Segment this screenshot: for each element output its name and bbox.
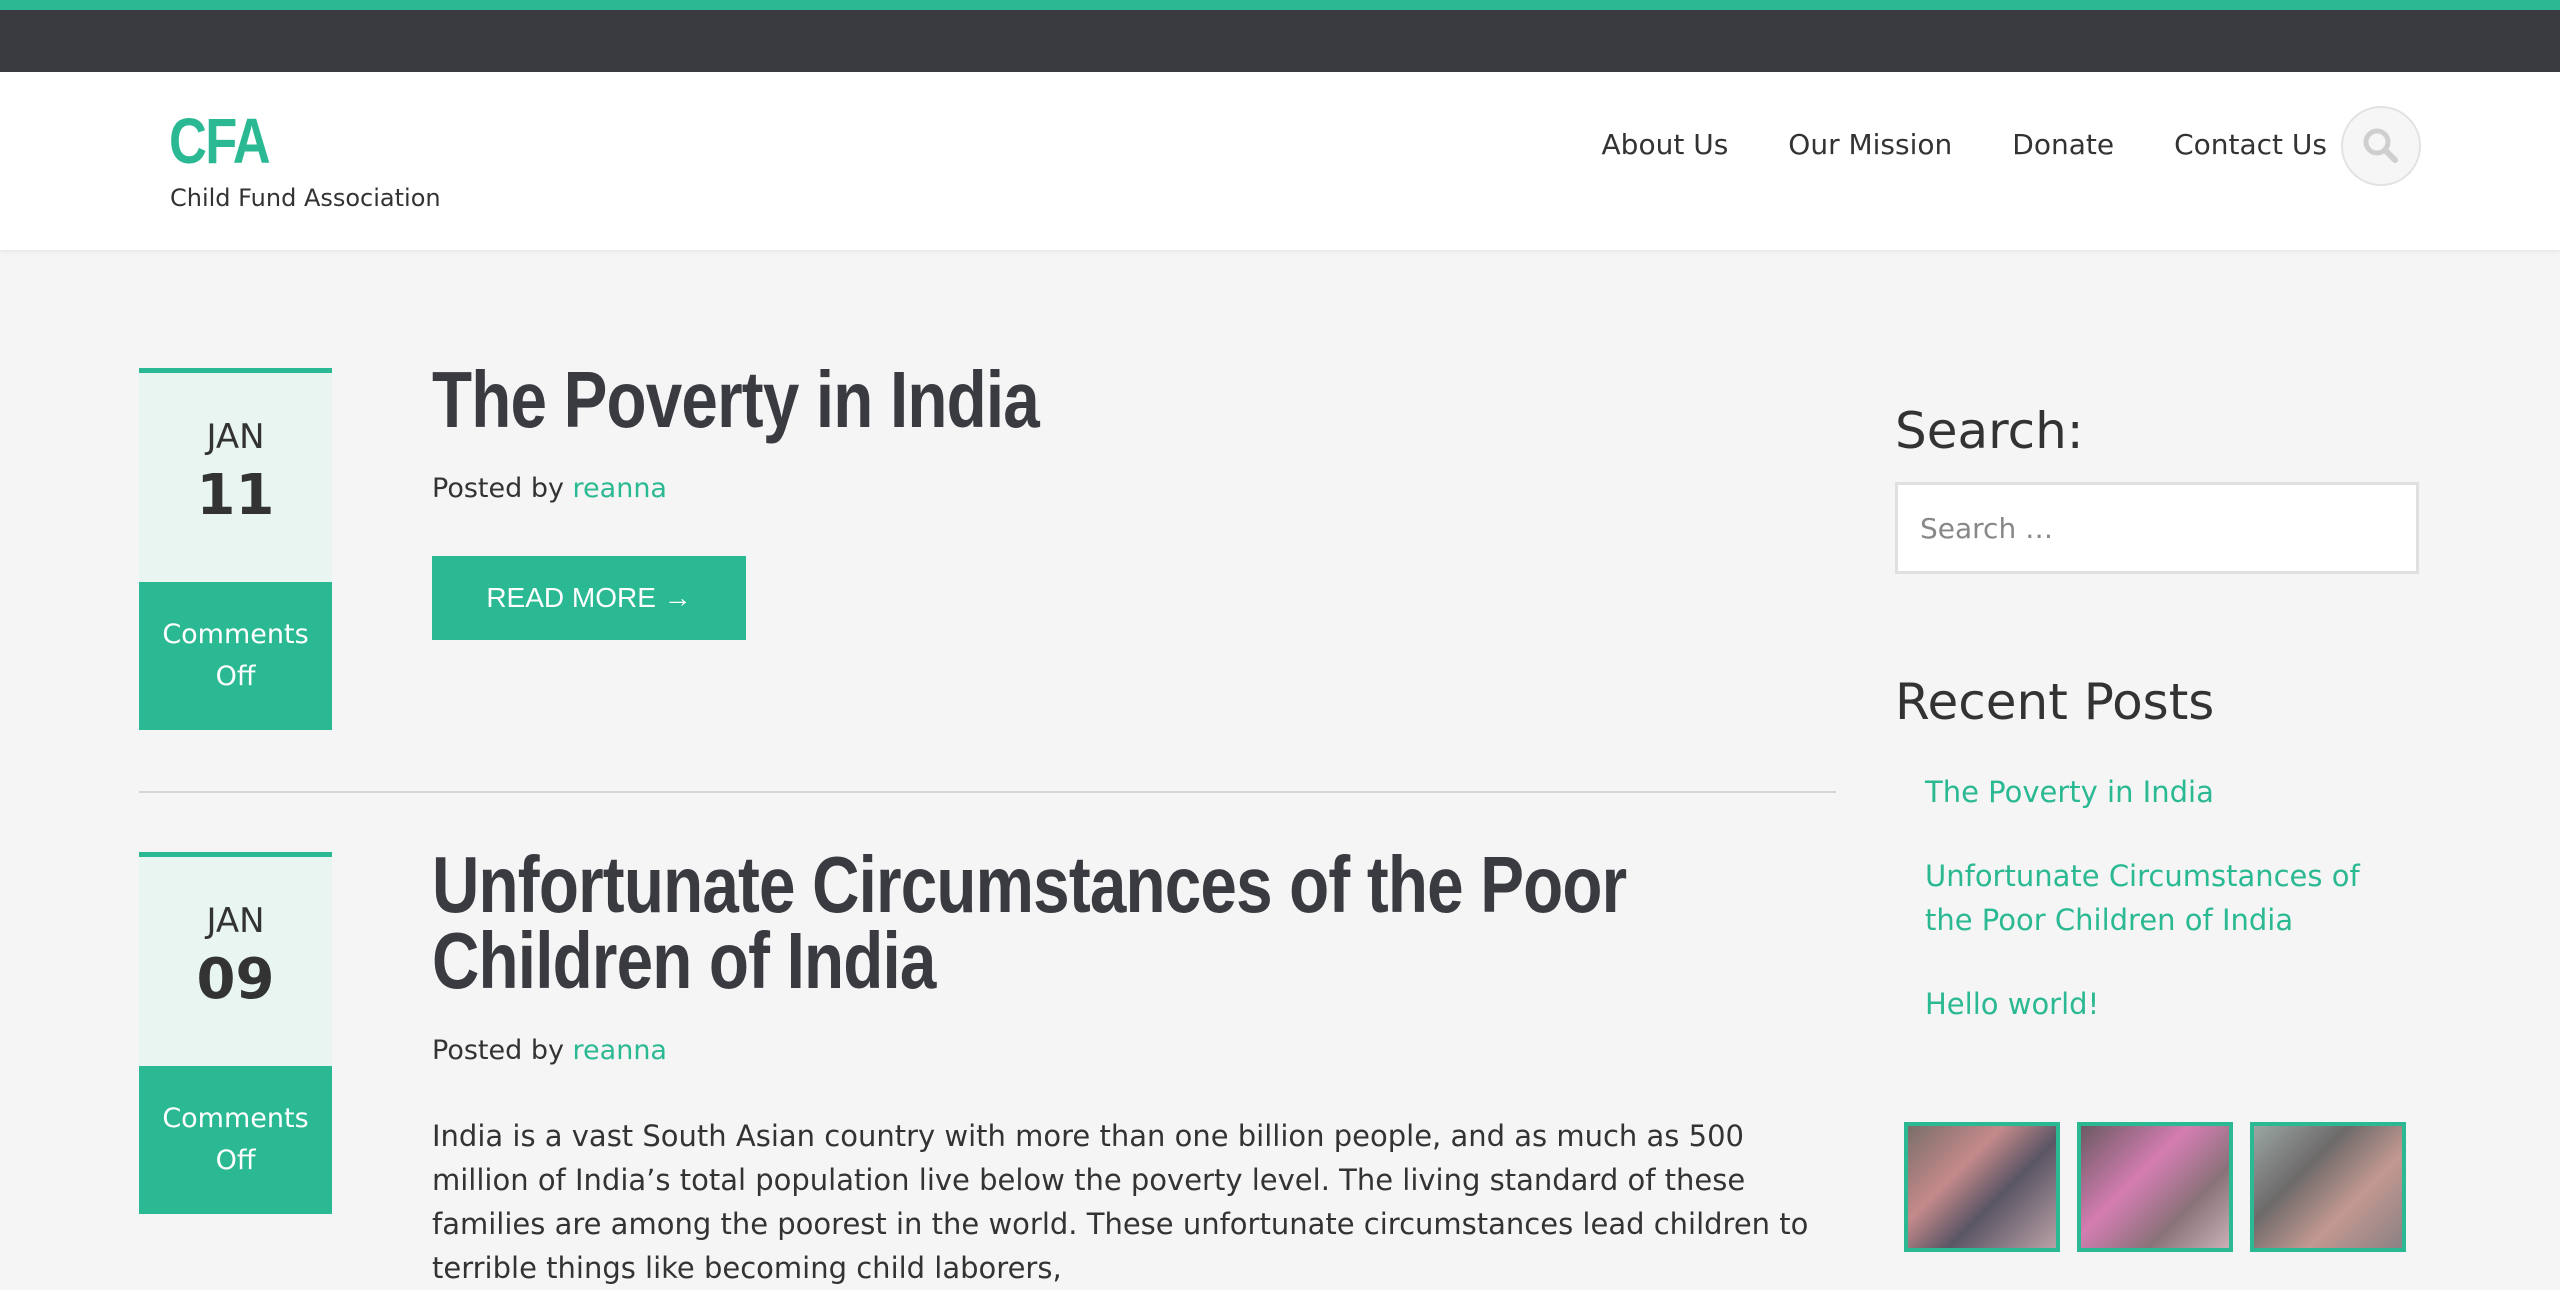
post-excerpt: India is a vast South Asian country with… bbox=[432, 1119, 1809, 1285]
posted-by-label: Posted by bbox=[432, 473, 564, 504]
date-month: JAN bbox=[206, 417, 265, 457]
comments-status: Comments Off bbox=[139, 582, 332, 730]
nav-contact-us[interactable]: Contact Us bbox=[2174, 128, 2327, 161]
read-more-button[interactable]: READ MORE → bbox=[432, 556, 746, 640]
nav-our-mission[interactable]: Our Mission bbox=[1788, 128, 1952, 161]
gallery-thumbnail[interactable] bbox=[2250, 1122, 2406, 1252]
recent-posts-heading: Recent Posts bbox=[1895, 673, 2215, 731]
post-title-line: Children of India bbox=[432, 916, 936, 1005]
header-search-button[interactable] bbox=[2341, 106, 2421, 186]
post-date-box: JAN 11 Comments Off bbox=[139, 368, 332, 730]
recent-post-link[interactable]: Unfortunate Circumstances of the Poor Ch… bbox=[1925, 859, 2360, 937]
date-top: JAN 11 bbox=[139, 368, 332, 582]
main-nav: About Us Our Mission Donate Contact Us bbox=[1542, 128, 2327, 161]
nav-about-us[interactable]: About Us bbox=[1602, 128, 1729, 161]
date-day: 11 bbox=[196, 463, 275, 528]
nav-donate[interactable]: Donate bbox=[2012, 128, 2114, 161]
post-title[interactable]: Unfortunate Circumstances of the Poor Ch… bbox=[432, 845, 1627, 1001]
site-tagline: Child Fund Association bbox=[170, 184, 441, 212]
post-title[interactable]: The Poverty in India bbox=[432, 360, 1040, 440]
recent-post-link[interactable]: Hello world! bbox=[1925, 987, 2099, 1021]
date-day: 09 bbox=[196, 947, 275, 1012]
post-meta: Posted by reanna bbox=[432, 1035, 667, 1066]
author-link[interactable]: reanna bbox=[573, 1035, 667, 1066]
post-divider bbox=[139, 791, 1836, 793]
top-bar bbox=[0, 0, 2560, 72]
gallery-thumbnail[interactable] bbox=[2077, 1122, 2233, 1252]
comments-status: Comments Off bbox=[139, 1066, 332, 1214]
comments-label: Comments Off bbox=[162, 1103, 309, 1176]
comments-label: Comments Off bbox=[162, 619, 309, 692]
gallery-thumbnail[interactable] bbox=[1904, 1122, 2060, 1252]
recent-post-link[interactable]: The Poverty in India bbox=[1925, 775, 2214, 809]
list-item: The Poverty in India bbox=[1925, 770, 2405, 814]
posted-by-label: Posted by bbox=[432, 1035, 564, 1066]
sidebar-search-input[interactable] bbox=[1895, 482, 2419, 574]
recent-posts-list: The Poverty in India Unfortunate Circums… bbox=[1925, 770, 2405, 1066]
list-item: Unfortunate Circumstances of the Poor Ch… bbox=[1925, 854, 2405, 942]
post-date-box: JAN 09 Comments Off bbox=[139, 852, 332, 1214]
date-top: JAN 09 bbox=[139, 852, 332, 1066]
site-logo[interactable]: CFA bbox=[169, 104, 271, 178]
search-icon bbox=[2363, 128, 2398, 163]
site-header: CFA Child Fund Association About Us Our … bbox=[0, 72, 2560, 250]
author-link[interactable]: reanna bbox=[573, 473, 667, 504]
date-month: JAN bbox=[206, 901, 265, 941]
search-heading: Search: bbox=[1895, 402, 2084, 460]
post-meta: Posted by reanna bbox=[432, 473, 667, 504]
list-item: Hello world! bbox=[1925, 982, 2405, 1026]
